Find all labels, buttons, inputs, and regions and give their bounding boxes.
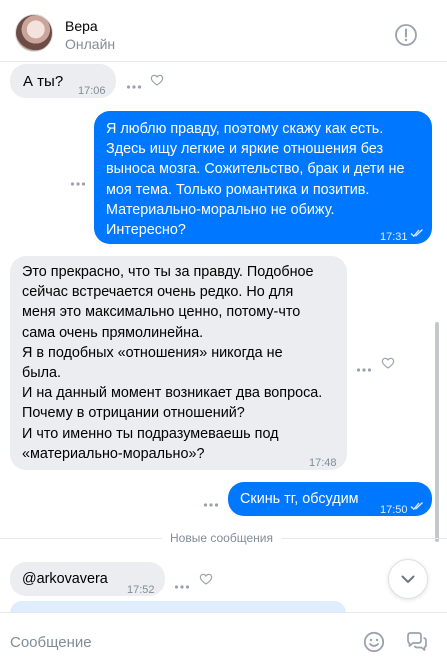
chat-header: Вера Онлайн bbox=[0, 0, 447, 62]
message-outgoing[interactable]: Скинь тг, обсудим 17:50 bbox=[228, 482, 432, 516]
message-composer bbox=[0, 612, 447, 671]
message-text: Это прекрасно, что ты за правду. Подобно… bbox=[22, 264, 323, 462]
message-time: 17:48 bbox=[309, 457, 337, 469]
message-outgoing[interactable]: Я люблю правду, поэтому скажу как есть. … bbox=[94, 111, 432, 244]
avatar[interactable] bbox=[15, 14, 53, 52]
chevron-down-icon bbox=[401, 575, 415, 583]
double-check-icon bbox=[410, 229, 423, 238]
message-text: А ты? bbox=[23, 73, 64, 90]
message-incoming[interactable]: @arkovavera 17:52 bbox=[10, 562, 165, 596]
divider-label: Новые сообщения bbox=[162, 531, 281, 545]
new-messages-divider: Новые сообщения bbox=[0, 528, 447, 548]
message-time: 17:50 bbox=[380, 504, 408, 516]
message-time: 17:52 bbox=[127, 584, 155, 596]
scroll-down-button[interactable] bbox=[388, 559, 428, 599]
message-input[interactable] bbox=[10, 631, 350, 653]
double-check-icon bbox=[410, 502, 423, 511]
message-text: Я люблю правду, поэтому скажу как есть. … bbox=[106, 121, 405, 239]
message-text: Скинь тг, обсудим bbox=[240, 491, 359, 507]
info-icon[interactable] bbox=[393, 22, 419, 48]
more-dots-icon[interactable] bbox=[70, 174, 86, 186]
smile-icon[interactable] bbox=[362, 630, 386, 654]
message-time: 17:31 bbox=[380, 231, 408, 243]
heart-icon[interactable] bbox=[381, 356, 395, 370]
contact-status: Онлайн bbox=[65, 36, 116, 52]
message-time: 17:06 bbox=[78, 85, 106, 97]
scrollbar[interactable] bbox=[435, 322, 439, 542]
contact-name[interactable]: Вера bbox=[65, 18, 98, 34]
more-dots-icon[interactable] bbox=[126, 77, 142, 89]
more-dots-icon[interactable] bbox=[174, 577, 190, 589]
more-dots-icon[interactable] bbox=[203, 495, 219, 507]
more-dots-icon[interactable] bbox=[356, 360, 372, 372]
chat-bubbles-icon[interactable] bbox=[405, 630, 429, 654]
heart-icon[interactable] bbox=[150, 73, 164, 87]
message-incoming[interactable]: А ты? 17:06 bbox=[10, 64, 116, 98]
message-text: @arkovavera bbox=[22, 571, 108, 587]
message-incoming[interactable]: Это прекрасно, что ты за правду. Подобно… bbox=[10, 256, 347, 470]
heart-icon[interactable] bbox=[199, 572, 213, 586]
